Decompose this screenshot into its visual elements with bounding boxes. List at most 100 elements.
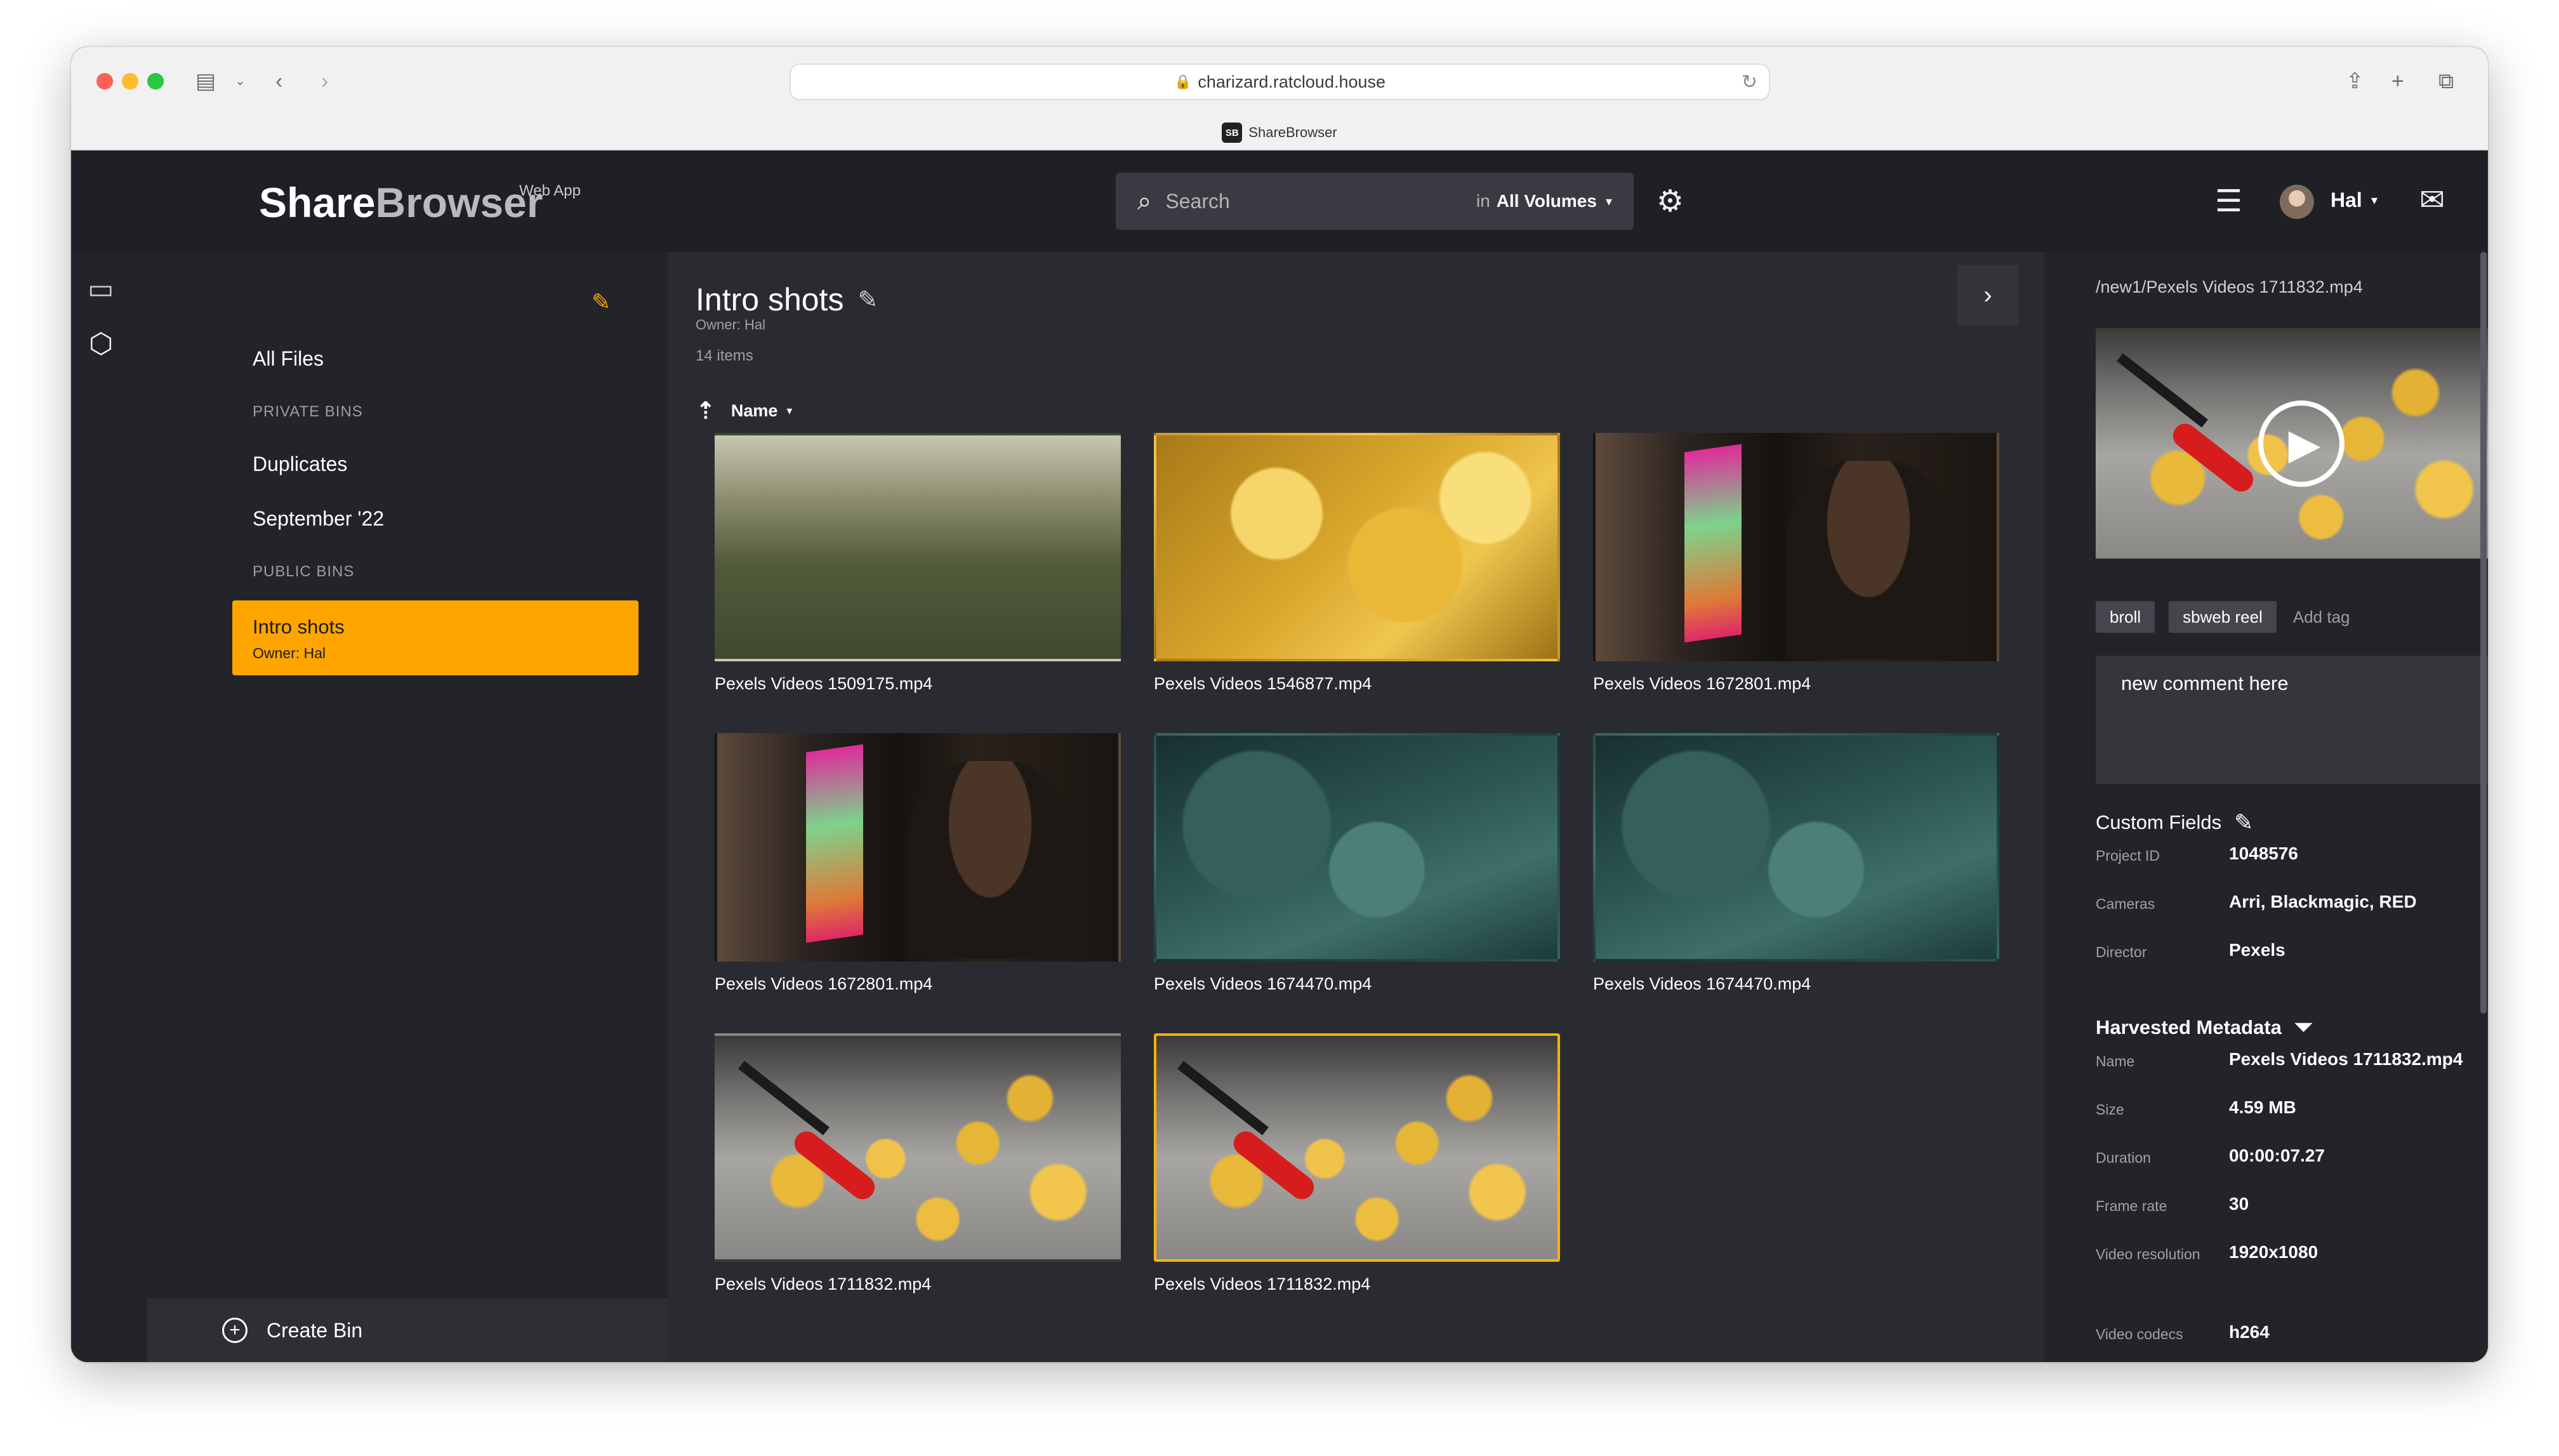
browser-toolbar: ▤ ⌄ ‹ › 🔒 charizard.ratcloud.house ↻ ⇪ +… (71, 47, 2488, 150)
private-bins-heading: PRIVATE BINS (253, 403, 363, 420)
video-thumbnail[interactable] (715, 1033, 1121, 1262)
meta-value: 30 (2229, 1194, 2249, 1214)
chevron-down-icon[interactable]: ▾ (2371, 192, 2377, 208)
harvested-metadata-title: Harvested Metadata (2096, 1016, 2282, 1038)
user-name[interactable]: Hal (2331, 189, 2362, 212)
meta-value: 00:00:07.27 (2229, 1146, 2325, 1165)
logo-subtitle: Web App (519, 182, 581, 199)
video-thumbnail[interactable] (1154, 733, 1560, 962)
minimize-window-button[interactable] (122, 73, 138, 89)
chevron-down-icon[interactable]: ⌄ (235, 69, 246, 94)
video-thumbnail[interactable] (715, 433, 1121, 661)
play-icon[interactable]: ▶ (2258, 400, 2344, 487)
search-input[interactable]: Search (1165, 190, 1476, 213)
meta-value: Pexels Videos 1711832.mp4 (2229, 1049, 2463, 1069)
bin-owner: Owner: Hal (253, 645, 326, 661)
tab-sharebrowser[interactable]: SB ShareBrowser (71, 115, 2488, 150)
sort-ascending-icon: ⇡ (696, 398, 716, 425)
sidebar-toggle-icon[interactable]: ▤ (195, 69, 216, 94)
file-tile[interactable]: Pexels Videos 1674470.mp4 (1593, 733, 1999, 994)
box-icon[interactable]: ⬡ (89, 328, 113, 360)
field-label: Director (2096, 944, 2147, 960)
sidebar-item-intro-shots[interactable]: Intro shots Owner: Hal (232, 600, 638, 675)
url-text: charizard.ratcloud.house (1198, 72, 1386, 91)
details-scrollbar[interactable] (2480, 252, 2487, 1014)
file-name: Pexels Videos 1711832.mp4 (1154, 1274, 1371, 1294)
file-tile[interactable]: Pexels Videos 1672801.mp4 (715, 733, 1121, 994)
add-tag-input[interactable]: Add tag (2293, 607, 2350, 627)
browser-window: ▤ ⌄ ‹ › 🔒 charizard.ratcloud.house ↻ ⇪ +… (71, 47, 2488, 1362)
bin-title-row: Intro shots ✎ (696, 281, 878, 318)
file-name: Pexels Videos 1672801.mp4 (1593, 674, 1811, 693)
bin-owner-label: Owner: Hal (696, 317, 766, 333)
field-value: Arri, Blackmagic, RED (2229, 892, 2417, 911)
video-thumbnail[interactable] (1154, 433, 1560, 661)
field-label: Cameras (2096, 896, 2155, 912)
search-bar[interactable]: ⌕ Search in All Volumes ▾ (1116, 173, 1634, 230)
collapse-panel-button[interactable]: › (1957, 265, 2018, 326)
sort-control[interactable]: ⇡ Name ▾ (696, 397, 792, 425)
forward-arrow-icon[interactable]: › (321, 69, 328, 94)
sort-label: Name (731, 401, 778, 420)
file-tile[interactable]: Pexels Videos 1546877.mp4 (1154, 433, 1560, 694)
custom-fields-heading: Custom Fields ✎ (2096, 809, 2253, 836)
video-thumbnail[interactable] (1154, 1033, 1560, 1262)
file-tile-selected[interactable]: Pexels Videos 1711832.mp4 (1154, 1033, 1560, 1294)
share-icon[interactable]: ⇪ (2346, 69, 2364, 94)
list-view-icon[interactable]: ☰ (2215, 186, 2242, 218)
left-rail: ▭ ⬡ (71, 252, 147, 1362)
new-tab-icon[interactable]: + (2391, 69, 2404, 94)
search-scope-label: in (1476, 191, 1490, 211)
scrollbar-thumb[interactable] (2480, 252, 2487, 1014)
filter-sliders-icon[interactable]: ⚙ (1656, 186, 1684, 218)
reload-icon[interactable]: ↻ (1742, 71, 1757, 93)
field-value: 1048576 (2229, 844, 2299, 863)
video-thumbnail[interactable] (1593, 733, 1999, 962)
create-bin-button[interactable]: + Create Bin (147, 1299, 668, 1362)
sidebar-item-all-files[interactable]: All Files (253, 347, 324, 371)
file-name: Pexels Videos 1674470.mp4 (1154, 974, 1372, 993)
tag-chip[interactable]: broll (2096, 601, 2155, 633)
address-bar[interactable]: 🔒 charizard.ratcloud.house ↻ (790, 63, 1770, 100)
file-name: Pexels Videos 1546877.mp4 (1154, 674, 1372, 693)
avatar[interactable] (2280, 185, 2314, 219)
pin-icon[interactable]: ✎ (592, 289, 611, 315)
filter-funnel-icon[interactable]: ⏷ (2294, 1014, 2313, 1041)
public-bins-heading: PUBLIC BINS (253, 563, 355, 580)
video-preview[interactable]: ▶ (2096, 328, 2488, 559)
sharebrowser-app: ShareBrowser Web App ⌕ Search in All Vol… (71, 150, 2488, 1362)
file-tile[interactable]: Pexels Videos 1672801.mp4 (1593, 433, 1999, 694)
comment-field[interactable]: new comment here (2096, 656, 2488, 784)
file-tile[interactable]: Pexels Videos 1509175.mp4 (715, 433, 1121, 694)
chevron-down-icon[interactable]: ▾ (1606, 194, 1612, 209)
app-logo[interactable]: ShareBrowser (259, 178, 543, 227)
video-thumbnail[interactable] (715, 733, 1121, 962)
tab-overview-icon[interactable]: ⧉ (2438, 69, 2454, 94)
plus-circle-icon: + (222, 1318, 248, 1343)
video-thumbnail[interactable] (1593, 433, 1999, 661)
pencil-icon[interactable]: ✎ (2234, 809, 2253, 836)
pencil-icon[interactable]: ✎ (857, 286, 878, 314)
meta-label: Video codecs (2096, 1326, 2183, 1342)
zoom-window-button[interactable] (147, 73, 164, 89)
drive-icon[interactable]: ▭ (88, 274, 114, 305)
meta-label: Video resolution (2096, 1246, 2200, 1262)
back-arrow-icon[interactable]: ‹ (275, 69, 282, 94)
harvested-metadata-heading: Harvested Metadata ⏷ (2096, 1014, 2313, 1041)
meta-value: h264 (2229, 1322, 2270, 1342)
mail-icon[interactable]: ✉ (2419, 185, 2445, 216)
file-tile[interactable]: Pexels Videos 1711832.mp4 (715, 1033, 1121, 1294)
file-path: /new1/Pexels Videos 1711832.mp4 (2096, 277, 2363, 296)
volume-selector[interactable]: All Volumes (1497, 191, 1597, 211)
item-count: 14 items (696, 347, 753, 364)
bin-content: Intro shots ✎ Owner: Hal 14 items ⇡ Name… (668, 252, 2053, 1362)
sidebar-item-september-22[interactable]: September '22 (253, 507, 384, 531)
sidebar-item-duplicates[interactable]: Duplicates (253, 453, 347, 476)
tag-chip[interactable]: sbweb reel (2169, 601, 2277, 633)
file-tile[interactable]: Pexels Videos 1674470.mp4 (1154, 733, 1560, 994)
close-window-button[interactable] (96, 73, 113, 89)
bins-sidebar: ✎ All Files PRIVATE BINS Duplicates Sept… (147, 252, 668, 1362)
meta-label: Duration (2096, 1149, 2151, 1166)
meta-value: 4.59 MB (2229, 1097, 2296, 1117)
chevron-down-icon: ▾ (786, 404, 793, 417)
